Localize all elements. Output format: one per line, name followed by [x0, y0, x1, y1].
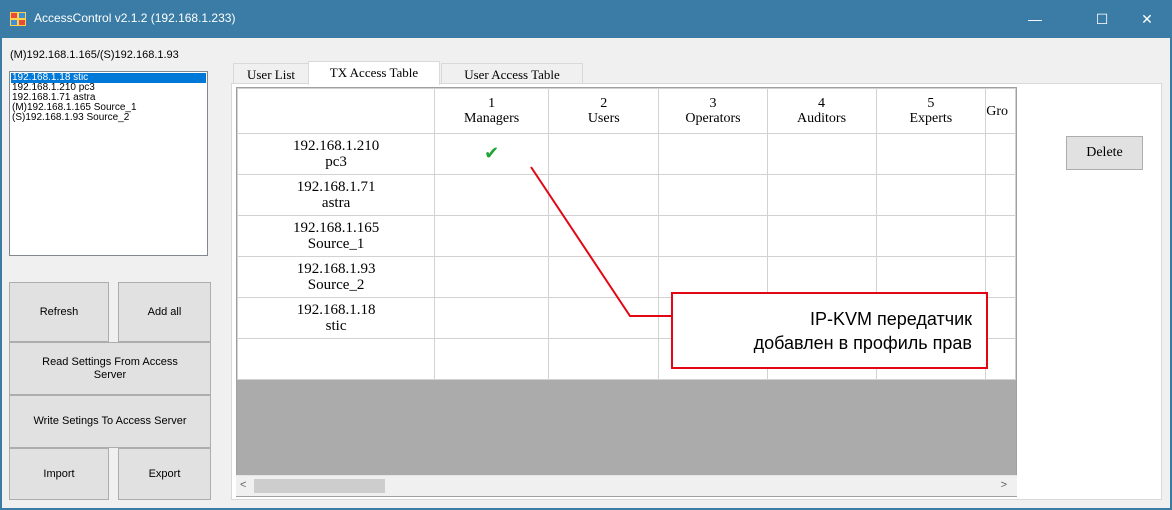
row-ip: 192.168.1.210	[292, 138, 380, 154]
access-cell[interactable]	[985, 133, 1016, 175]
window-border-left	[0, 38, 2, 510]
column-name: Experts	[909, 111, 953, 126]
row-device-name: Source_2	[307, 277, 365, 293]
export-button[interactable]: Export	[118, 448, 211, 500]
callout-annotation: IP-KVM передатчик добавлен в профиль пра…	[671, 292, 988, 369]
access-cell[interactable]	[548, 215, 660, 257]
access-cell[interactable]	[658, 215, 768, 257]
tab-user-list[interactable]: User List	[233, 63, 309, 84]
grid-corner-cell	[237, 88, 436, 134]
column-number: 4	[818, 96, 826, 111]
scroll-thumb[interactable]	[254, 479, 385, 493]
refresh-button[interactable]: Refresh	[9, 282, 109, 342]
empty-cell	[237, 338, 436, 380]
write-settings-button[interactable]: Write Setings To Access Server	[9, 395, 211, 448]
minimize-button[interactable]: —	[1012, 0, 1058, 38]
app-icon	[10, 12, 26, 26]
tab-user-access-table[interactable]: User Access Table	[441, 63, 583, 84]
row-ip: 192.168.1.18	[296, 302, 376, 318]
table-row: 192.168.1.165 Source_1	[237, 215, 1016, 257]
column-header[interactable]: 3 Operators	[658, 88, 768, 134]
access-cell[interactable]	[766, 215, 877, 257]
horizontal-scrollbar[interactable]: < >	[236, 475, 1017, 496]
column-name: Managers	[464, 111, 520, 126]
title-bar: AccessControl v2.1.2 (192.168.1.233) — ☐…	[0, 0, 1172, 38]
access-cell[interactable]	[766, 133, 877, 175]
access-cell[interactable]	[548, 256, 660, 298]
access-cell[interactable]	[658, 174, 768, 216]
scroll-right-icon[interactable]: >	[1001, 479, 1007, 491]
empty-cell	[985, 338, 1016, 380]
row-header[interactable]: 192.168.1.71 astra	[237, 174, 436, 216]
row-header[interactable]: 192.168.1.210 pc3	[237, 133, 436, 175]
delete-button[interactable]: Delete	[1066, 136, 1143, 170]
empty-cell	[548, 338, 660, 380]
access-cell[interactable]	[985, 215, 1016, 257]
access-cell[interactable]	[434, 297, 550, 339]
access-cell[interactable]	[875, 174, 987, 216]
column-name: Operators	[685, 111, 741, 126]
access-cell[interactable]: ✔	[434, 133, 550, 175]
column-number: 5	[927, 96, 935, 111]
tab-tx-access-table[interactable]: TX Access Table	[308, 61, 440, 85]
column-header[interactable]: 2 Users	[548, 88, 660, 134]
server-label: (M)192.168.1.165/(S)192.168.1.93	[10, 49, 179, 61]
column-number: 1	[488, 96, 496, 111]
access-cell[interactable]	[985, 174, 1016, 216]
access-cell[interactable]	[434, 174, 550, 216]
row-device-name: astra	[321, 195, 351, 211]
column-header[interactable]: 1 Managers	[434, 88, 550, 134]
column-name: Users	[587, 111, 620, 126]
empty-cell	[434, 338, 550, 380]
row-device-name: stic	[325, 318, 347, 334]
column-header[interactable]: Gro	[985, 88, 1016, 134]
checkmark-icon: ✔	[484, 142, 500, 164]
access-cell[interactable]	[985, 256, 1016, 298]
access-cell[interactable]	[548, 297, 660, 339]
window-title: AccessControl v2.1.2 (192.168.1.233)	[34, 11, 236, 25]
table-row: 192.168.1.210 pc3 ✔	[237, 133, 1016, 175]
column-name: Auditors	[797, 111, 847, 126]
row-ip: 192.168.1.165	[292, 220, 380, 236]
row-header[interactable]: 192.168.1.18 stic	[237, 297, 436, 339]
column-number: 2	[600, 96, 608, 111]
row-ip: 192.168.1.93	[296, 261, 376, 277]
table-row: 192.168.1.71 astra	[237, 174, 1016, 216]
row-device-name: Source_1	[307, 236, 365, 252]
row-device-name: pc3	[325, 154, 347, 170]
access-cell[interactable]	[875, 133, 987, 175]
column-header[interactable]: 5 Experts	[875, 88, 987, 134]
column-header[interactable]: 4 Auditors	[766, 88, 877, 134]
column-number: 3	[709, 96, 717, 111]
import-button[interactable]: Import	[9, 448, 109, 500]
callout-line-2: добавлен в профиль прав	[753, 333, 972, 353]
callout-line-1: IP-KVM передатчик	[809, 309, 972, 329]
row-header[interactable]: 192.168.1.93 Source_2	[237, 256, 436, 298]
access-cell[interactable]	[548, 174, 660, 216]
scroll-left-icon[interactable]: <	[240, 479, 246, 491]
add-all-button[interactable]: Add all	[118, 282, 211, 342]
close-button[interactable]: ✕	[1124, 0, 1170, 38]
access-cell[interactable]	[434, 256, 550, 298]
app-window: AccessControl v2.1.2 (192.168.1.233) — ☐…	[0, 0, 1172, 510]
access-cell[interactable]	[766, 174, 877, 216]
read-settings-button[interactable]: Read Settings From Access Server	[9, 342, 211, 395]
row-ip: 192.168.1.71	[296, 179, 376, 195]
device-list-item[interactable]: (S)192.168.1.93 Source_2	[11, 113, 206, 123]
access-cell[interactable]	[434, 215, 550, 257]
access-cell[interactable]	[548, 133, 660, 175]
access-cell[interactable]	[875, 215, 987, 257]
column-name: Gro	[986, 103, 1008, 119]
device-list[interactable]: 192.168.1.18 stic 192.168.1.210 pc3 192.16…	[9, 71, 208, 256]
access-cell[interactable]	[985, 297, 1016, 339]
access-cell[interactable]	[658, 133, 768, 175]
maximize-button[interactable]: ☐	[1079, 0, 1125, 38]
row-header[interactable]: 192.168.1.165 Source_1	[237, 215, 436, 257]
